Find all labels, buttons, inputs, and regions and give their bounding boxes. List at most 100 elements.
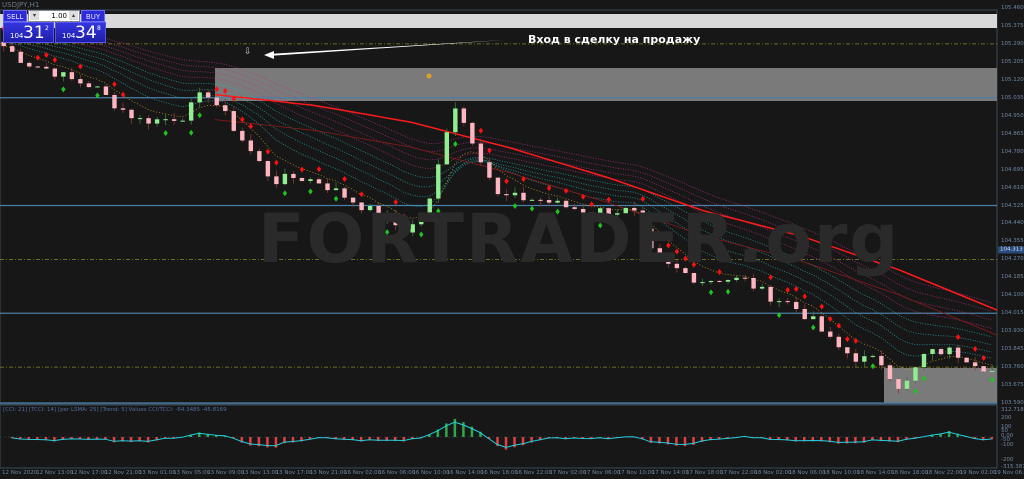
indicator-label: [CCI: 21] [TCCI: 14] [per LSMA: 25] [Tre… — [3, 407, 227, 413]
candle-body — [35, 66, 40, 68]
sell-button[interactable]: SELL — [3, 10, 27, 22]
price-axis-label: 105.460 — [1001, 5, 1024, 11]
candle-body — [870, 355, 876, 357]
price-axis-label: 103.930 — [1001, 328, 1024, 335]
candle-body — [197, 92, 202, 103]
buy-price-button[interactable]: 104 34 8 — [55, 22, 106, 43]
time-axis-label: 16 Nov 22:00 — [515, 470, 553, 476]
price-axis-label: 105.290 — [1001, 40, 1024, 47]
price-axis-label: 104.015 — [1001, 310, 1024, 317]
candle-body — [776, 301, 782, 303]
time-axis-label: 12 Nov 13:00 — [36, 470, 74, 476]
candle-body — [972, 362, 978, 367]
time-axis-label: 13 Nov 13:00 — [241, 470, 279, 476]
price-axis-label: 104.525 — [1001, 202, 1024, 209]
candle-body — [188, 102, 194, 121]
candle-body — [137, 118, 143, 120]
buy-button[interactable]: BUY — [81, 10, 105, 22]
candle-body — [444, 132, 450, 165]
candle-body — [223, 105, 228, 112]
candle-body — [10, 46, 15, 52]
price-axis-label: 104.780 — [1001, 148, 1024, 155]
price-axis-label: 104.270 — [1001, 256, 1024, 263]
candle-body — [308, 179, 313, 181]
candle-body — [717, 280, 722, 282]
time-axis-label: 17 Nov 22:00 — [720, 470, 758, 476]
time-axis-label: 16 Nov 18:00 — [480, 470, 518, 476]
candle-body — [751, 277, 756, 289]
time-axis-label: 17 Nov 06:00 — [583, 470, 621, 476]
candle-body — [725, 280, 731, 282]
candle-body — [512, 192, 518, 196]
candle-body — [785, 301, 790, 303]
candle-body — [18, 51, 23, 63]
indicator-axis-label: 200 — [1001, 415, 1012, 421]
candle-body — [947, 347, 952, 355]
candle-body — [955, 347, 961, 358]
candle-body — [27, 62, 32, 67]
buy-price-sup: 8 — [97, 25, 101, 32]
price-axis-label: 105.120 — [1001, 76, 1024, 83]
candle-body — [700, 282, 705, 284]
candle-body — [265, 161, 271, 177]
candle-body — [112, 94, 117, 109]
sell-price-prefix: 104 — [10, 32, 24, 40]
time-axis-label: 17 Nov 18:00 — [686, 470, 724, 476]
time-axis-label: 18 Nov 18:00 — [891, 470, 929, 476]
candle-body — [879, 355, 884, 366]
candle-body — [708, 280, 714, 283]
candle-body — [887, 365, 893, 380]
time-axis-label: 19 Nov 02:00 — [959, 470, 997, 476]
candle-body — [214, 97, 219, 106]
price-axis-label: 103.845 — [1001, 346, 1024, 353]
candle-body — [793, 301, 799, 310]
price-axis-label: 103.590 — [1001, 400, 1024, 406]
lot-decrease-button[interactable]: ▾ — [30, 11, 39, 20]
candle-body — [768, 286, 773, 302]
candle-body — [930, 349, 935, 354]
candle-body — [989, 370, 995, 372]
price-axis-label: 105.035 — [1001, 94, 1024, 101]
lot-increase-button[interactable]: ▴ — [69, 11, 78, 20]
price-axis-label: 104.950 — [1001, 112, 1024, 119]
indicator-axis-label: 312.7184 — [1001, 407, 1024, 413]
candle-body — [257, 151, 262, 162]
top-zone — [0, 14, 997, 28]
sell-price-button[interactable]: 104 31 2 — [3, 22, 54, 43]
time-axis-label: 18 Nov 06:00 — [788, 470, 826, 476]
candle-body — [478, 143, 484, 163]
time-axis-label: 16 Nov 06:00 — [378, 470, 416, 476]
current-price-label: 104.313 — [998, 246, 1024, 254]
time-axis-label: 13 Nov 05:00 — [173, 470, 211, 476]
candle-body — [487, 162, 492, 178]
candle-body — [163, 119, 168, 121]
resistance-zone — [215, 68, 997, 101]
candle-body — [69, 72, 75, 80]
indicator-axis-label: -200 — [1001, 457, 1014, 463]
candle-body — [231, 111, 236, 131]
candle-body — [342, 188, 347, 198]
price-axis-label: 104.185 — [1001, 274, 1024, 281]
candle-body — [52, 68, 58, 77]
candle-body — [206, 92, 211, 98]
candle-body — [103, 86, 109, 95]
price-axis-label: 103.760 — [1001, 364, 1024, 371]
time-axis-label: 16 Nov 10:00 — [412, 470, 450, 476]
candle-body — [248, 140, 254, 152]
candle-body — [453, 108, 458, 133]
time-axis-label: 16 Nov 14:00 — [446, 470, 484, 476]
candle-body — [461, 108, 467, 123]
indicator-axis-label: -100 — [1001, 442, 1014, 448]
candle-body — [470, 122, 475, 144]
time-axis-label: 18 Nov 02:00 — [754, 470, 792, 476]
candle-body — [154, 119, 160, 124]
time-axis-label: 18 Nov 22:00 — [925, 470, 963, 476]
price-axis-label: 104.610 — [1001, 184, 1024, 191]
time-axis-label: 18 Nov 14:00 — [857, 470, 895, 476]
buy-price-big: 34 — [75, 23, 97, 43]
candle-body — [95, 86, 100, 88]
buy-price-prefix: 104 — [62, 32, 76, 40]
price-axis-label: 103.675 — [1001, 382, 1024, 389]
signal-circle — [426, 73, 432, 79]
time-axis-label: 17 Nov 10:00 — [617, 470, 655, 476]
